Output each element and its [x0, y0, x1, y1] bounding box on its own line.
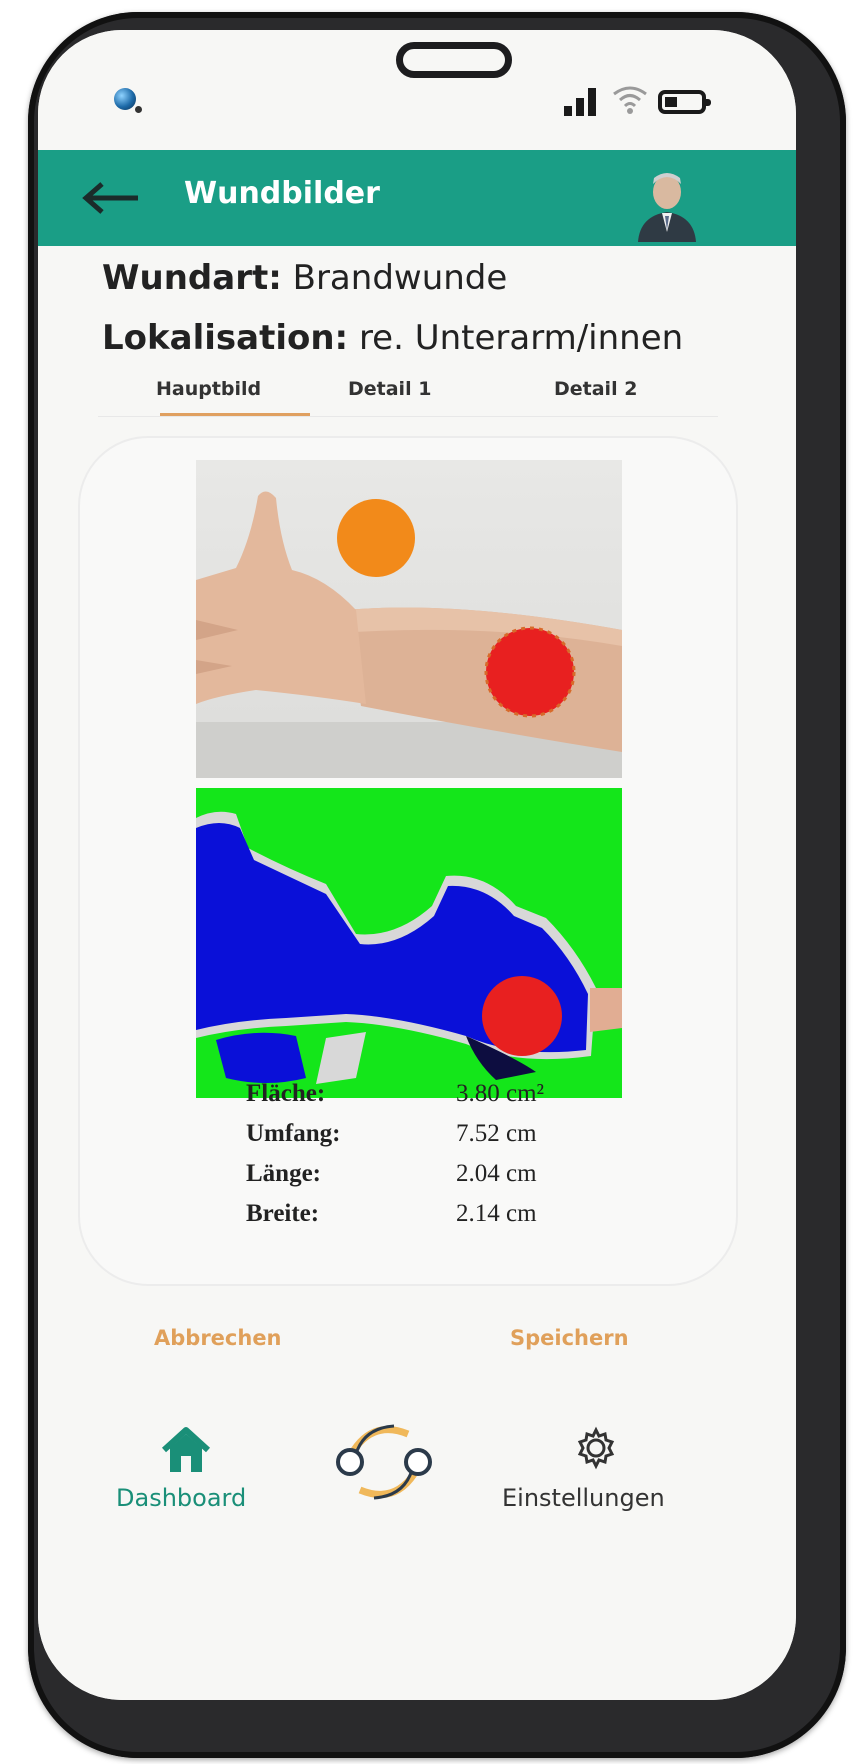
globe-icon: [114, 88, 142, 113]
bottom-navigation: Dashboard Einstellungen: [38, 1396, 796, 1700]
tab-detail-2[interactable]: Detail 2: [554, 378, 637, 400]
measure-area-value: 3.80 cm²: [456, 1080, 545, 1107]
cancel-button[interactable]: Abbrechen: [154, 1326, 282, 1350]
measure-length-value: 2.04 cm: [456, 1160, 537, 1187]
measure-area-label: Fläche:: [246, 1080, 326, 1107]
signal-icon: [564, 88, 604, 116]
home-icon: [161, 1427, 211, 1472]
active-tab-indicator: [160, 413, 310, 416]
segmentation-image[interactable]: [196, 788, 622, 1098]
location-value: re. Unterarm/innen: [358, 318, 684, 358]
page-title: Wundbilder: [184, 176, 380, 211]
wound-type-value: Brandwunde: [292, 258, 508, 298]
nav-dashboard[interactable]: Dashboard: [116, 1426, 256, 1536]
gear-icon: [577, 1426, 615, 1470]
sync-logo-icon[interactable]: [334, 1414, 434, 1510]
avatar[interactable]: [634, 166, 700, 242]
save-button[interactable]: Speichern: [510, 1326, 629, 1350]
arm-photo-drawing: [196, 491, 622, 778]
location-label: Lokalisation:: [102, 318, 349, 358]
wound-type-row: Wundart: Brandwunde: [102, 258, 507, 298]
measure-width-label: Breite:: [246, 1200, 320, 1227]
wound-photo[interactable]: [196, 460, 622, 778]
image-tabs: Hauptbild Detail 1 Detail 2: [98, 366, 718, 417]
tab-detail-1[interactable]: Detail 1: [348, 378, 431, 400]
nav-dashboard-label: Dashboard: [116, 1484, 247, 1512]
measure-perimeter-value: 7.52 cm: [456, 1120, 537, 1147]
tab-hauptbild[interactable]: Hauptbild: [156, 378, 261, 400]
measure-width-value[interactable]: 2.14 cm: [456, 1200, 537, 1228]
battery-icon: [658, 90, 711, 114]
phone-speaker: [396, 42, 512, 78]
reference-marker: [337, 499, 415, 577]
app-screen: Wundbilder Wundart: Brandwunde Lokalisat…: [38, 30, 796, 1700]
wifi-icon: [613, 86, 647, 114]
nav-settings[interactable]: Einstellungen: [502, 1426, 692, 1536]
segmentation-drawing: [196, 811, 622, 1084]
measure-perimeter-label: Umfang:: [246, 1120, 341, 1147]
app-header: Wundbilder: [38, 150, 796, 246]
location-row: Lokalisation: re. Unterarm/innen: [102, 318, 683, 358]
nav-settings-label: Einstellungen: [502, 1484, 665, 1512]
back-arrow-icon[interactable]: [82, 180, 142, 216]
wound-type-label: Wundart:: [102, 258, 282, 298]
measure-length-label: Länge:: [246, 1160, 321, 1187]
